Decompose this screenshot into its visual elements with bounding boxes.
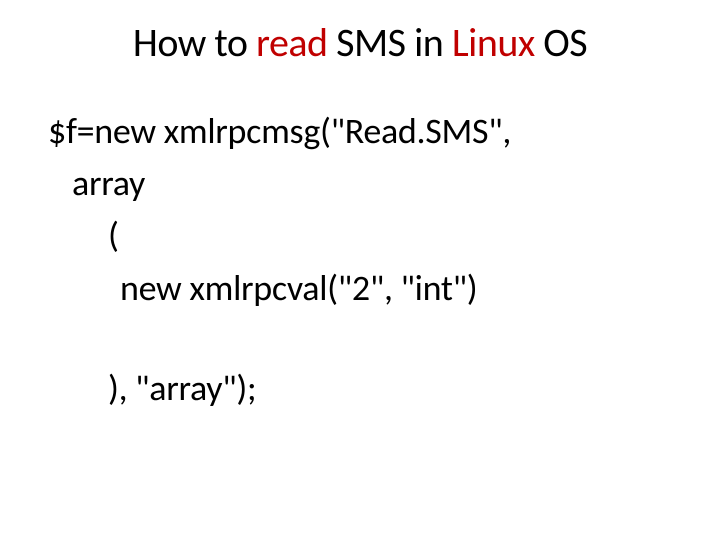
title-text-2: read <box>256 18 328 67</box>
code-line-5: ), "array"); <box>48 362 672 414</box>
title-text-5: OS <box>535 18 587 67</box>
code-line-1: $f=new xmlrpcmsg("Read.SMS", <box>48 105 672 157</box>
title-text-3: SMS in <box>328 18 452 67</box>
code-line-2: array <box>48 157 672 209</box>
code-line-3: ( <box>48 209 672 261</box>
title-text-4: Linux <box>452 18 535 67</box>
code-block: $f=new xmlrpcmsg("Read.SMS", array ( new… <box>48 105 672 414</box>
title-text-1: How to <box>133 18 256 67</box>
code-line-4: new xmlrpcval("2", "int") <box>48 262 672 314</box>
slide-title: How to read SMS in Linux OS <box>48 18 672 67</box>
slide-container: How to read SMS in Linux OS $f=new xmlrp… <box>0 0 720 540</box>
